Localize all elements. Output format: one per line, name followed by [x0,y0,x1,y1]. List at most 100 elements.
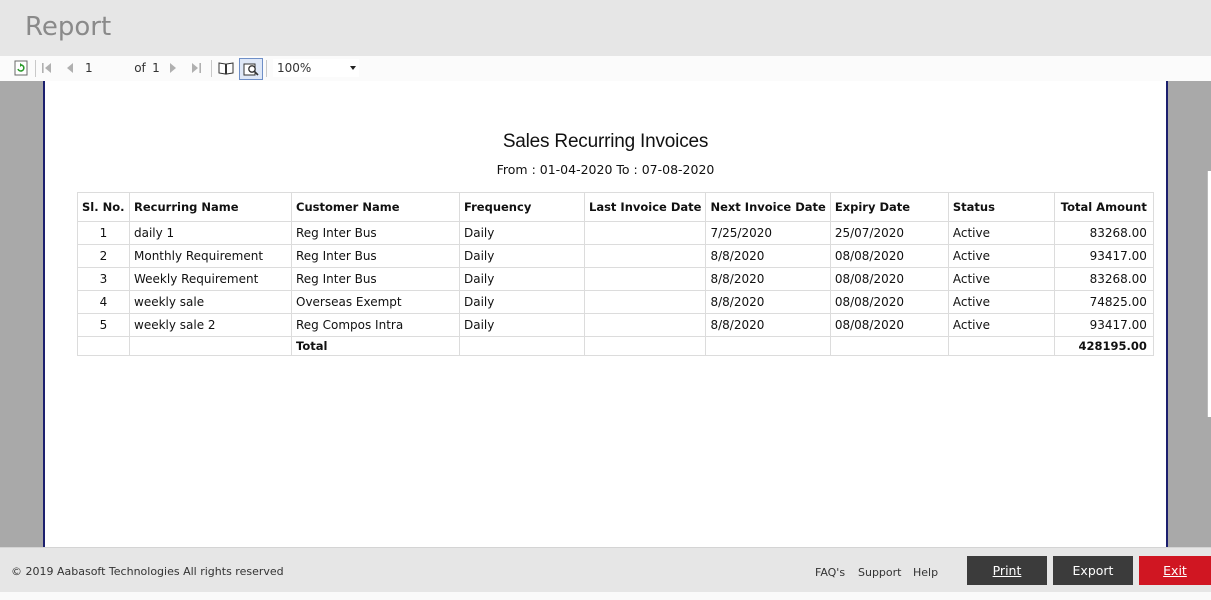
expiry-date-cell: 08/08/2020 [829,244,949,268]
recurring-name-cell: daily 1 [129,221,292,245]
report-viewer[interactable]: Sales Recurring Invoices From : 01-04-20… [0,81,1211,547]
window-title: Report [25,12,112,42]
total-label: Total [291,336,460,356]
recurring-invoices-table: Sl. No. Recurring Name Customer Name Fre… [77,192,1154,356]
empty-cell [829,336,949,356]
report-page: Sales Recurring Invoices From : 01-04-20… [43,81,1168,547]
last-invoice-date-cell [583,313,707,337]
previous-page-icon[interactable] [64,59,76,77]
empty-cell [947,336,1055,356]
expiry-date-cell: 08/08/2020 [829,267,949,291]
copyright-text: © 2019 Aabasoft Technologies All rights … [11,565,284,578]
next-page-icon[interactable] [167,59,179,77]
total-amount-cell: 83268.00 [1053,267,1154,291]
table-header-row: Sl. No. Recurring Name Customer Name Fre… [77,192,1154,222]
column-header: Customer Name [291,192,460,222]
last-invoice-date-cell [583,221,707,245]
total-row: Total 428195.00 [77,336,1154,356]
print-button-label: Print [992,563,1022,578]
frequency-cell: Daily [459,290,585,314]
page-total: 1 [152,61,160,75]
total-amount-cell: 93417.00 [1053,313,1154,337]
empty-cell [705,336,831,356]
status-cell: Active [947,290,1055,314]
sl-no-cell: 4 [77,290,130,314]
table-row: 3 Weekly Requirement Reg Inter Bus Daily… [77,267,1154,291]
next-invoice-date-cell: 8/8/2020 [705,267,831,291]
status-cell: Active [947,244,1055,268]
last-invoice-date-cell [583,267,707,291]
next-invoice-date-cell: 8/8/2020 [705,244,831,268]
empty-cell [459,336,585,356]
print-preview-icon[interactable] [239,58,263,80]
column-header: Status [947,192,1055,222]
empty-cell [129,336,292,356]
total-amount-cell: 93417.00 [1053,244,1154,268]
empty-cell [77,336,130,356]
page-number-input[interactable]: 1 [85,59,125,77]
expiry-date-cell: 08/08/2020 [829,313,949,337]
status-cell: Active [947,221,1055,245]
last-invoice-date-cell [583,290,707,314]
sl-no-cell: 5 [77,313,130,337]
refresh-icon[interactable] [13,59,29,77]
frequency-cell: Daily [459,267,585,291]
recurring-name-cell: Monthly Requirement [129,244,292,268]
expiry-date-cell: 25/07/2020 [829,221,949,245]
footer-bar: © 2019 Aabasoft Technologies All rights … [0,547,1211,593]
table-row: 4 weekly sale Overseas Exempt Daily 8/8/… [77,290,1154,314]
page-of-label: of [134,61,146,75]
column-header: Recurring Name [129,192,292,222]
table-row: 2 Monthly Requirement Reg Inter Bus Dail… [77,244,1154,268]
last-invoice-date-cell [583,244,707,268]
next-invoice-date-cell: 8/8/2020 [705,313,831,337]
last-page-icon[interactable] [189,59,203,77]
table-row: 1 daily 1 Reg Inter Bus Daily 7/25/2020 … [77,221,1154,245]
chevron-down-icon [349,62,357,72]
bottom-strip [0,592,1211,600]
faq-link[interactable]: FAQ's [815,566,845,579]
expiry-date-cell: 08/08/2020 [829,290,949,314]
exit-button-label: Exit [1163,563,1187,578]
title-bar: Report [0,0,1211,56]
status-cell: Active [947,267,1055,291]
report-date-range: From : 01-04-2020 To : 07-08-2020 [496,162,715,177]
sl-no-cell: 3 [77,267,130,291]
total-amount-cell: 83268.00 [1053,221,1154,245]
column-header: Sl. No. [77,192,130,222]
frequency-cell: Daily [459,221,585,245]
first-page-icon[interactable] [40,59,54,77]
grand-total-amount: 428195.00 [1053,336,1154,356]
frequency-cell: Daily [459,313,585,337]
customer-name-cell: Reg Inter Bus [291,244,460,268]
recurring-name-cell: weekly sale [129,290,292,314]
table-row: 5 weekly sale 2 Reg Compos Intra Daily 8… [77,313,1154,337]
column-header: Expiry Date [829,192,949,222]
next-invoice-date-cell: 8/8/2020 [705,290,831,314]
report-toolbar: 1 of 1 100% [0,56,1211,82]
column-header: Total Amount [1053,192,1154,222]
customer-name-cell: Reg Inter Bus [291,267,460,291]
column-header: Next Invoice Date [705,192,831,222]
status-cell: Active [947,313,1055,337]
next-invoice-date-cell: 7/25/2020 [705,221,831,245]
zoom-value: 100% [277,61,312,75]
column-header: Last Invoice Date [583,192,707,222]
empty-cell [583,336,707,356]
customer-name-cell: Reg Inter Bus [291,221,460,245]
frequency-cell: Daily [459,244,585,268]
recurring-name-cell: weekly sale 2 [129,313,292,337]
zoom-select[interactable]: 100% [273,59,359,77]
sl-no-cell: 1 [77,221,130,245]
support-link[interactable]: Support [858,566,901,579]
exit-button[interactable]: Exit [1139,556,1211,585]
help-link[interactable]: Help [913,566,938,579]
page-layout-icon[interactable] [217,59,235,77]
column-header: Frequency [459,192,585,222]
export-button[interactable]: Export [1053,556,1133,585]
customer-name-cell: Reg Compos Intra [291,313,460,337]
vertical-scrollbar[interactable] [1207,171,1211,417]
customer-name-cell: Overseas Exempt [291,290,460,314]
print-button[interactable]: Print [967,556,1047,585]
report-title: Sales Recurring Invoices [502,131,709,152]
